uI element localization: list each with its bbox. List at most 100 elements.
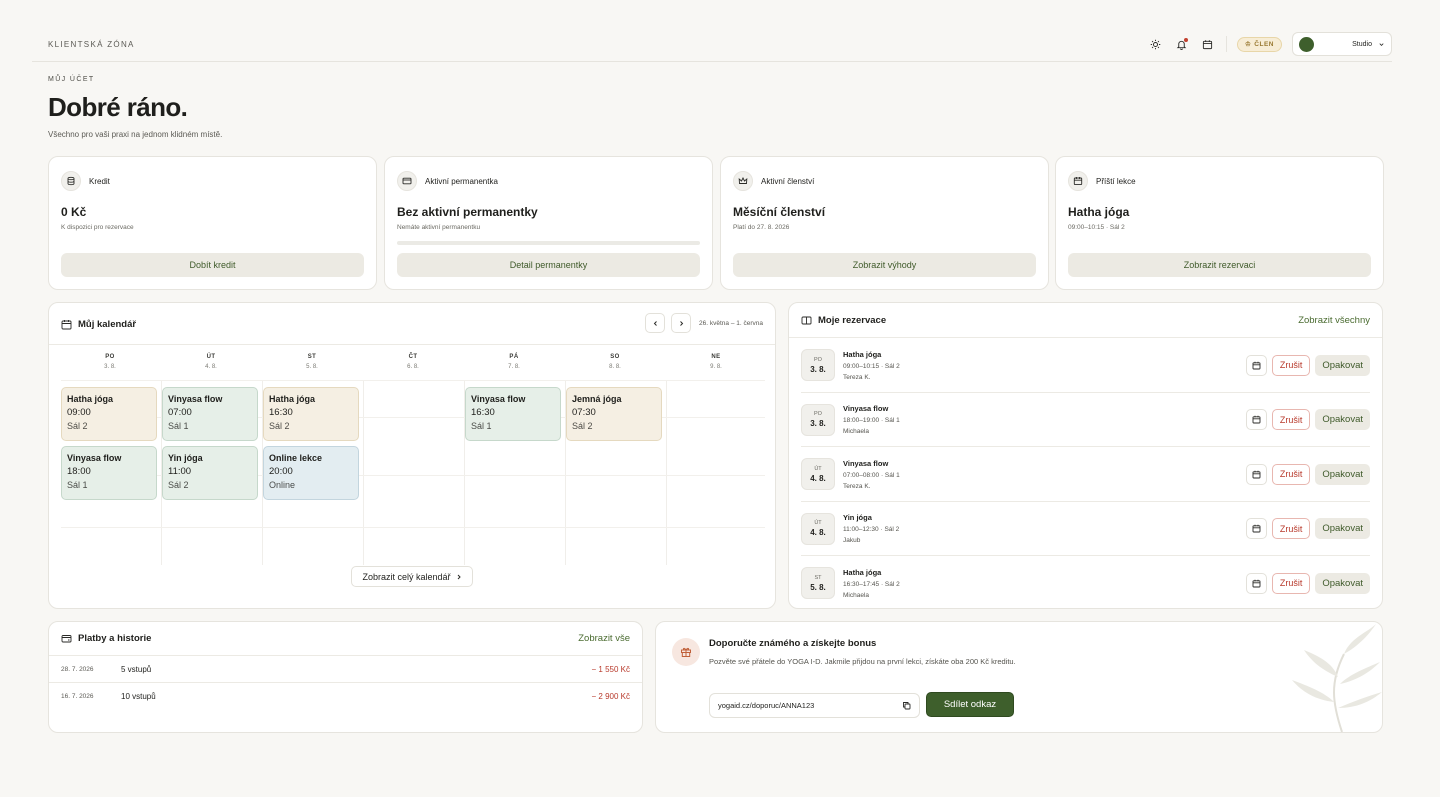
cancel-reservation-button[interactable]: Zrušit bbox=[1271, 463, 1311, 485]
top-actions: ♔ ČLEN Studio bbox=[1148, 32, 1392, 56]
reservation-actions: Zrušit Opakovat bbox=[1245, 354, 1370, 376]
payment-desc: 5 vstupů bbox=[121, 665, 152, 674]
studio-name: Studio bbox=[1352, 40, 1372, 48]
calendar-event[interactable]: Jemná jóga 07:30 Sál 2 bbox=[566, 387, 662, 441]
next-lesson-card: Příští lekce Hatha jóga 09:00–10:15 · Sá… bbox=[1055, 156, 1384, 290]
calendar-event[interactable]: Hatha jóga 16:30 Sál 2 bbox=[263, 387, 359, 441]
reservation-row: ST 5. 8. Hatha jóga 16:30–17:45 · Sál 2 Mich… bbox=[801, 556, 1370, 610]
add-to-calendar-button[interactable] bbox=[1245, 463, 1267, 485]
event-title: Hatha jóga bbox=[67, 394, 114, 404]
reservation-day: PO bbox=[814, 356, 822, 363]
full-calendar-label: Zobrazit celý kalendář bbox=[362, 571, 451, 582]
member-badge: ♔ ČLEN bbox=[1236, 36, 1282, 52]
calendar-event[interactable]: Vinyasa flow 07:00 Sál 1 bbox=[162, 387, 258, 441]
next-week-button[interactable] bbox=[671, 313, 692, 333]
view-all-reservations-link[interactable]: Zobrazit všechny bbox=[1298, 315, 1370, 326]
table-row: 28. 7. 2026 5 vstupů − 1 550 Kč bbox=[61, 656, 630, 683]
grid-line bbox=[61, 380, 765, 381]
repeat-reservation-button[interactable]: Opakovat bbox=[1315, 354, 1370, 376]
referral-link-value: yogaid.cz/doporuc/ANNA123 bbox=[718, 701, 815, 710]
event-room: Sál 2 bbox=[168, 480, 189, 490]
day-header: ÚT 4. 8. bbox=[161, 354, 261, 370]
bell-icon[interactable] bbox=[1174, 36, 1190, 52]
event-time: 16:30 bbox=[471, 407, 495, 418]
event-title: Vinyasa flow bbox=[471, 394, 526, 404]
top-up-credit-button[interactable]: Dobít kredit bbox=[61, 253, 364, 277]
reservation-title: Vinyasa flow bbox=[843, 404, 889, 413]
add-to-calendar-button[interactable] bbox=[1245, 518, 1267, 539]
reservation-coach: Michaela bbox=[843, 591, 870, 599]
reservation-time: 18:00–19:00 · Sál 1 bbox=[843, 417, 900, 424]
event-time: 20:00 bbox=[269, 466, 293, 477]
repeat-reservation-button[interactable]: Opakovat bbox=[1315, 463, 1370, 485]
repeat-reservation-button[interactable]: Opakovat bbox=[1315, 572, 1370, 594]
calendar-event[interactable]: Vinyasa flow 16:30 Sál 1 bbox=[465, 387, 561, 441]
stat-label: Aktivní členství bbox=[761, 176, 815, 186]
stat-label: Příští lekce bbox=[1096, 176, 1136, 186]
calendar-event[interactable]: Yin jóga 11:00 Sál 2 bbox=[162, 446, 258, 500]
day-header: NE 9. 8. bbox=[666, 354, 766, 370]
share-link-button[interactable]: Sdílet odkaz bbox=[926, 692, 1014, 717]
notification-dot bbox=[1183, 38, 1188, 42]
payment-date: 16. 7. 2026 bbox=[61, 693, 94, 700]
payment-desc: 10 vstupů bbox=[121, 692, 156, 701]
day-header: SO 8. 8. bbox=[565, 354, 665, 370]
zone-label: KLIENTSKÁ ZÓNA bbox=[48, 40, 135, 49]
my-reservations: Moje rezervace Zobrazit všechny PO 3. 8. H… bbox=[788, 302, 1383, 609]
calendar-icon bbox=[1252, 361, 1261, 369]
view-all-payments-link[interactable]: Zobrazit vše bbox=[578, 633, 630, 644]
prev-week-button[interactable] bbox=[645, 313, 666, 333]
calendar-event[interactable]: Vinyasa flow 18:00 Sál 1 bbox=[61, 446, 157, 500]
copy-icon[interactable] bbox=[902, 701, 911, 710]
reservation-actions: Zrušit Opakovat bbox=[1245, 409, 1370, 430]
chevron-right-icon bbox=[679, 320, 683, 326]
add-to-calendar-button[interactable] bbox=[1245, 354, 1267, 376]
membership-value: Měsíční členství bbox=[733, 205, 826, 219]
avatar bbox=[1299, 36, 1314, 52]
calendar-icon[interactable] bbox=[1200, 36, 1216, 52]
chevron-down-icon bbox=[1379, 42, 1384, 46]
studio-switcher[interactable]: Studio bbox=[1292, 32, 1392, 56]
full-calendar-button[interactable]: Zobrazit celý kalendář bbox=[351, 566, 473, 587]
day-header: PÁ 7. 8. bbox=[464, 354, 564, 370]
member-badge-label: ČLEN bbox=[1254, 40, 1274, 48]
cancel-reservation-button[interactable]: Zrušit bbox=[1271, 409, 1311, 430]
pass-value: Bez aktivní permanentky bbox=[397, 205, 538, 219]
show-reservation-button[interactable]: Zobrazit rezervaci bbox=[1068, 253, 1371, 277]
day-header: PO 3. 8. bbox=[60, 354, 160, 370]
reservation-title: Hatha jóga bbox=[843, 349, 882, 359]
repeat-reservation-button[interactable]: Opakovat bbox=[1315, 409, 1370, 430]
reservation-info: Vinyasa flow 18:00–19:00 · Sál 1 Michaela bbox=[843, 404, 900, 435]
cancel-reservation-button[interactable]: Zrušit bbox=[1271, 572, 1311, 594]
event-title: Online lekce bbox=[269, 453, 323, 463]
day-name: NE bbox=[711, 354, 721, 360]
cancel-reservation-button[interactable]: Zrušit bbox=[1271, 518, 1311, 539]
calendar-event[interactable]: Hatha jóga 09:00 Sál 2 bbox=[61, 387, 157, 441]
next-lesson-sub: 09:00–10:15 · Sál 2 bbox=[1068, 224, 1125, 231]
book-icon bbox=[801, 316, 812, 324]
credit-card: Kredit 0 Kč K dispozici pro rezervace Do… bbox=[48, 156, 377, 290]
add-to-calendar-button[interactable] bbox=[1245, 409, 1267, 430]
payments-history: Platby a historie Zobrazit vše 28. 7. 20… bbox=[48, 621, 643, 733]
day-date: 9. 8. bbox=[710, 364, 722, 370]
reservation-info: Hatha jóga 16:30–17:45 · Sál 2 Michaela bbox=[843, 568, 900, 599]
event-room: Sál 1 bbox=[67, 480, 88, 490]
reservation-info: Yin jóga 11:00–12:30 · Sál 2 Jakub bbox=[843, 513, 899, 544]
referral-link-field[interactable]: yogaid.cz/doporuc/ANNA123 bbox=[709, 693, 920, 718]
add-to-calendar-button[interactable] bbox=[1245, 572, 1267, 594]
stat-label: Aktivní permanentka bbox=[425, 176, 498, 186]
page-title: Dobré ráno. bbox=[48, 92, 188, 122]
grid-line bbox=[61, 527, 765, 528]
repeat-reservation-button[interactable]: Opakovat bbox=[1315, 518, 1370, 539]
day-date: 7. 8. bbox=[508, 364, 520, 370]
pass-detail-button[interactable]: Detail permanentky bbox=[397, 253, 700, 277]
reservation-date: 3. 8. bbox=[810, 419, 826, 428]
calendar-icon bbox=[1252, 579, 1261, 587]
sun-icon[interactable] bbox=[1148, 36, 1164, 52]
reservation-day: ST bbox=[814, 574, 822, 581]
calendar-event[interactable]: Online lekce 20:00 Online bbox=[263, 446, 359, 500]
cancel-reservation-button[interactable]: Zrušit bbox=[1271, 354, 1311, 376]
event-room: Sál 1 bbox=[471, 421, 492, 431]
next-lesson-value: Hatha jóga bbox=[1068, 205, 1130, 219]
show-benefits-button[interactable]: Zobrazit výhody bbox=[733, 253, 1036, 277]
